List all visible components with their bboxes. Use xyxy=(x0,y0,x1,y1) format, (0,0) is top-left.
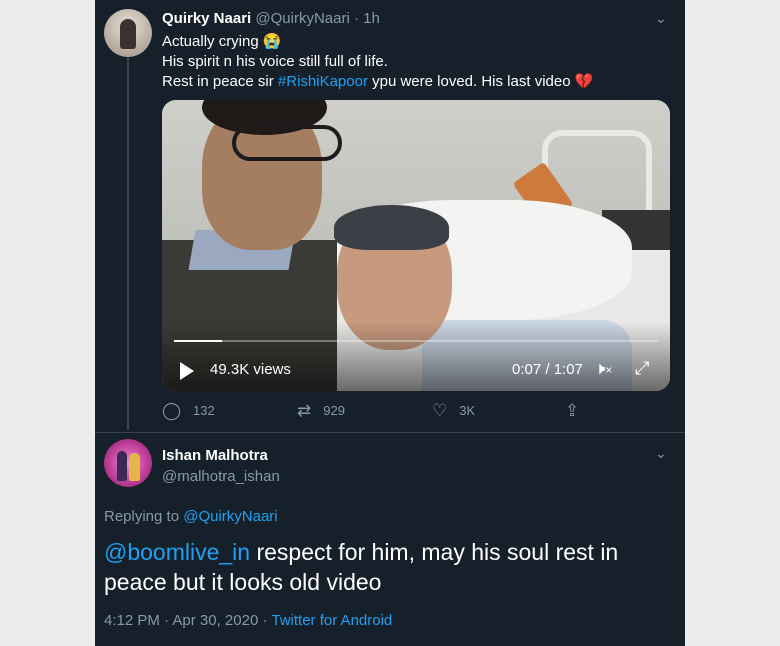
retweet-icon: ⇄ xyxy=(297,401,312,420)
video-progress-bar[interactable] xyxy=(174,340,658,342)
video-controls-overlay xyxy=(162,321,670,391)
tweet2-meta: 4:12 PM · Apr 30, 2020 · Twitter for And… xyxy=(104,612,392,629)
tweet2-author-handle[interactable]: @malhotra_ishan xyxy=(162,468,280,485)
reply-icon: ◯ xyxy=(162,401,182,420)
tweet-divider xyxy=(95,432,685,433)
reply-count: 132 xyxy=(193,403,215,418)
share-icon: ⇪ xyxy=(565,401,580,420)
tweet1-line1-text: Actually crying xyxy=(162,33,259,50)
tweet1-actions: ◯ 132 ⇄ 929 ♡ 3K ⇪ xyxy=(162,402,672,422)
tweet1-author-name[interactable]: Quirky Naari xyxy=(162,10,251,27)
tweet1-line2: His spirit n his voice still full of lif… xyxy=(162,53,388,70)
play-icon[interactable] xyxy=(180,362,194,380)
heart-icon: ♡ xyxy=(432,401,448,420)
replying-to: Replying to @QuirkyNaari xyxy=(104,508,278,525)
like-button[interactable]: ♡ 3K xyxy=(432,402,475,419)
video-frame-person2-hair xyxy=(334,205,449,250)
tweet1-separator: · xyxy=(353,10,359,27)
tweet2-source[interactable]: Twitter for Android xyxy=(271,612,392,629)
tweet2-dot-2: · xyxy=(262,612,268,629)
hashtag-link[interactable]: #RishiKapoor xyxy=(278,73,368,90)
avatar-figure-2 xyxy=(129,453,140,481)
tweet-panel: Quirky Naari @QuirkyNaari · 1h ⌄ Actuall… xyxy=(95,0,685,646)
tweet1-header: Quirky Naari @QuirkyNaari · 1h xyxy=(162,10,380,27)
like-count: 3K xyxy=(459,403,476,418)
video-view-count: 49.3K views xyxy=(210,361,291,378)
retweet-button[interactable]: ⇄ 929 xyxy=(297,402,345,419)
video-progress-fill xyxy=(174,340,223,342)
tweet1-line3: Rest in peace sir #RishiKapoor ypu were … xyxy=(162,72,593,92)
video-time: 0:07 / 1:07 xyxy=(512,361,583,378)
mute-icon[interactable]: 🕨× xyxy=(594,358,612,379)
avatar-quirky-naari[interactable] xyxy=(104,9,152,57)
tweet1-author-handle[interactable]: @QuirkyNaari xyxy=(255,10,349,27)
video-frame-glasses xyxy=(232,125,342,161)
avatar-figure xyxy=(120,19,136,49)
replying-to-link[interactable]: @QuirkyNaari xyxy=(183,508,277,525)
share-button[interactable]: ⇪ xyxy=(565,402,579,419)
broken-heart-emoji-icon: 💔 xyxy=(574,73,594,90)
video-player[interactable]: 49.3K views 0:07 / 1:07 🕨× ⤢ xyxy=(162,100,670,391)
avatar-figure-1 xyxy=(117,451,127,481)
fullscreen-icon[interactable]: ⤢ xyxy=(635,358,649,379)
tweet2-dot: · xyxy=(164,612,170,629)
chevron-down-icon[interactable]: ⌄ xyxy=(655,10,667,27)
chevron-down-icon[interactable]: ⌄ xyxy=(655,445,667,462)
tweet2-date[interactable]: Apr 30, 2020 xyxy=(172,612,258,629)
tweet1-timestamp[interactable]: 1h xyxy=(363,10,380,27)
retweet-count: 929 xyxy=(323,403,345,418)
tweet2-author-name[interactable]: Ishan Malhotra xyxy=(162,447,268,464)
mention-link[interactable]: @boomlive_in xyxy=(104,539,250,565)
replying-prefix: Replying to xyxy=(104,508,184,525)
tweet1-line3-pre: Rest in peace sir xyxy=(162,73,278,90)
tweet1-line3-post: ypu were loved. His last video xyxy=(367,73,571,90)
tweet2-time[interactable]: 4:12 PM xyxy=(104,612,160,629)
avatar-ishan-malhotra[interactable] xyxy=(104,439,152,487)
thread-line xyxy=(127,56,129,430)
tweet2-text: @boomlive_in respect for him, may his so… xyxy=(104,537,664,597)
reply-button[interactable]: ◯ 132 xyxy=(162,402,215,419)
tweet1-line1: Actually crying 😭 xyxy=(162,32,593,52)
crying-emoji-icon: 😭 xyxy=(262,33,282,50)
tweet1-text: Actually crying 😭 His spirit n his voice… xyxy=(162,32,593,92)
